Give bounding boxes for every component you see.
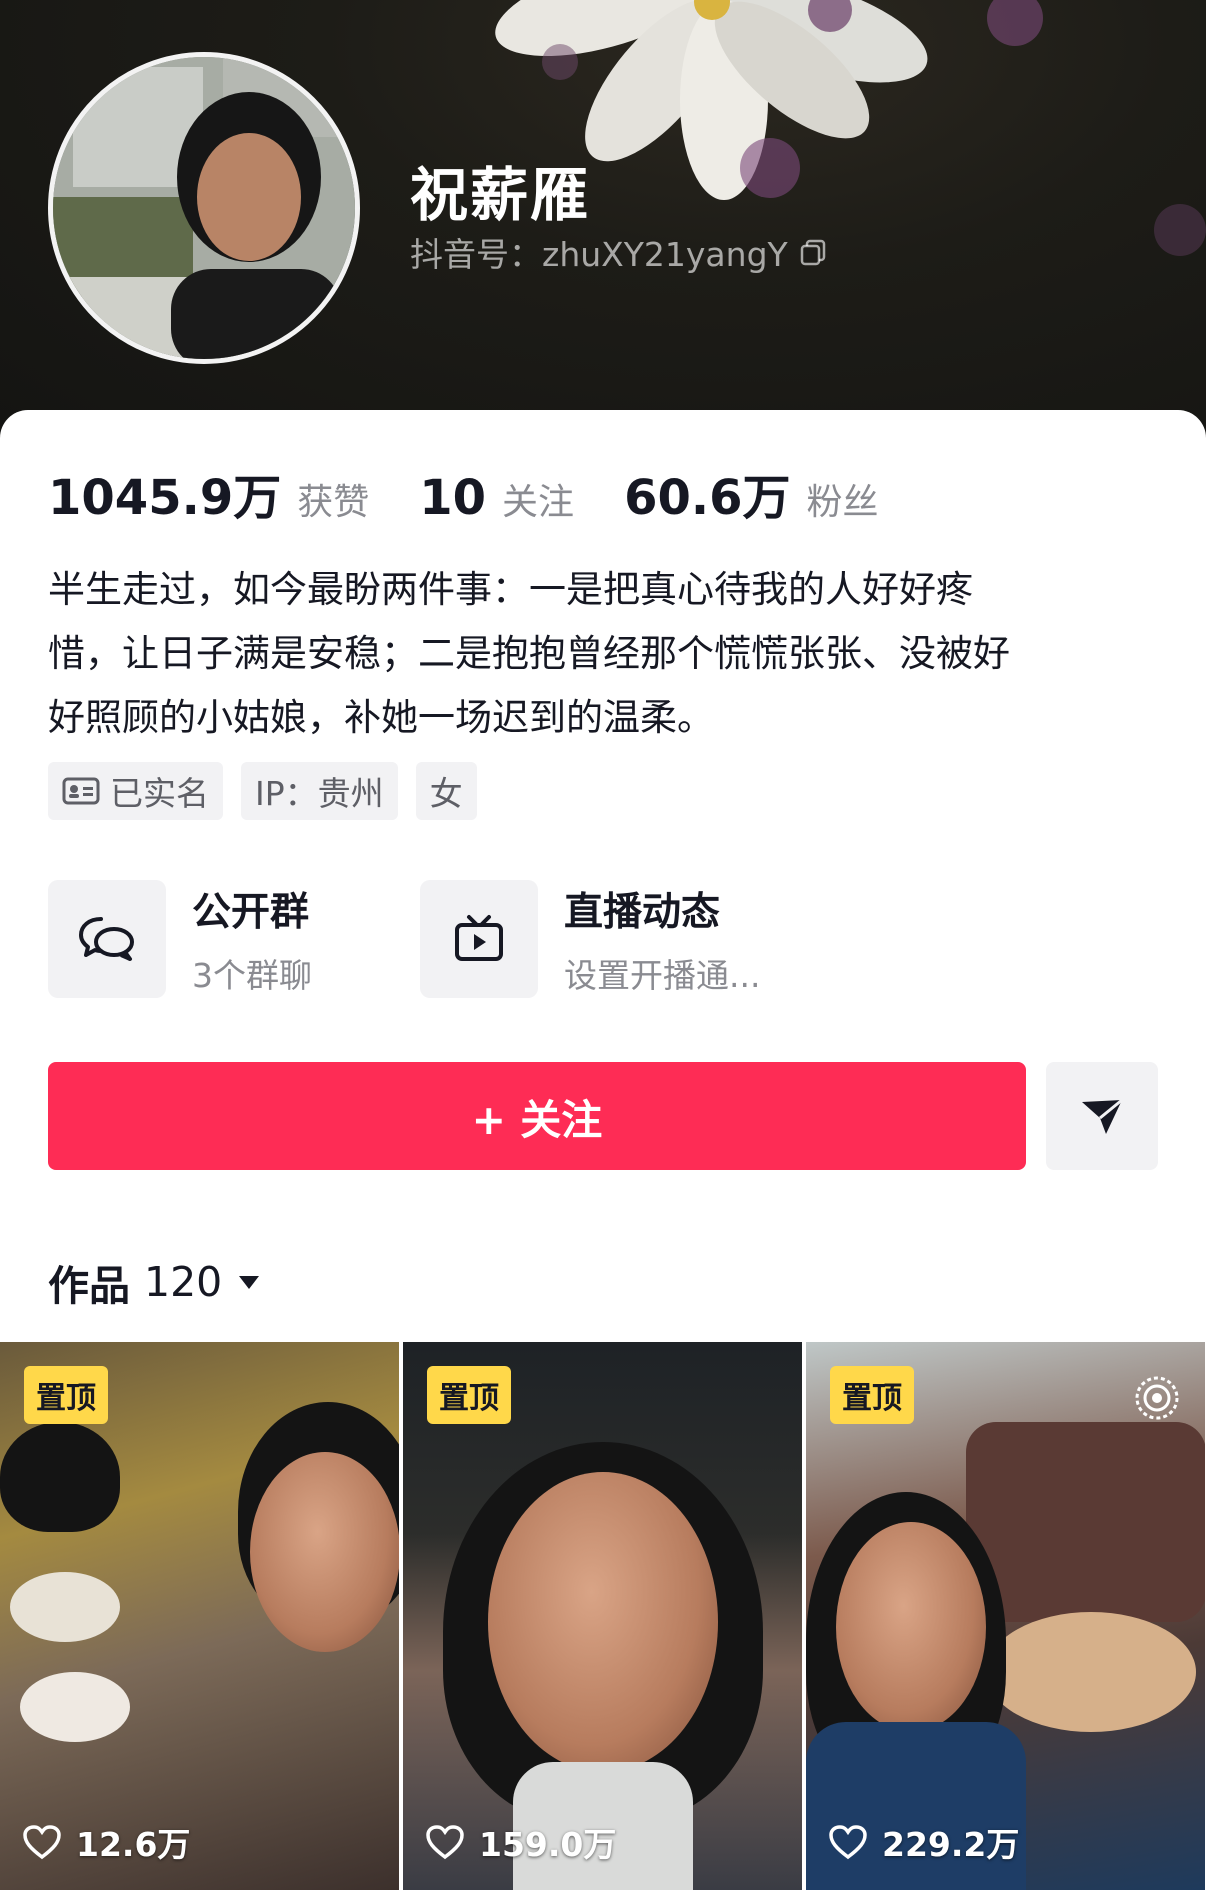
stat-label: 获赞 (297, 482, 370, 523)
tag-ip-label: IP：贵州 (255, 774, 384, 813)
video-likes: 12.6万 (22, 1818, 190, 1866)
send-icon (1082, 1098, 1123, 1134)
thumbnail-face (836, 1522, 986, 1732)
thumbnail-figure (0, 1422, 120, 1532)
thumbnail-bowl (10, 1572, 120, 1642)
tag-gender-label: 女 (429, 774, 463, 813)
heart-icon (23, 1825, 61, 1860)
video-likes: 229.2万 (828, 1818, 1019, 1866)
video-likes-count: 229.2万 (882, 1825, 1020, 1864)
feature-icon-box (48, 880, 166, 998)
copy-icon[interactable] (798, 237, 828, 267)
stats-row: 1045.9万 获赞 10 关注 60.6万 粉丝 (48, 458, 929, 528)
pinned-badge: 置顶 (830, 1366, 914, 1424)
feature-live-updates[interactable]: 直播动态 设置开播通... (420, 880, 792, 998)
action-row: + 关注 (48, 1062, 1158, 1170)
feature-row: 公开群 3个群聊 直播动态 设置开播通... (48, 880, 792, 998)
id-card-icon (62, 777, 100, 805)
profile-tags: 已实名 IP：贵州 女 (48, 762, 477, 820)
video-grid: 置顶 12.6万 置顶 159.0万 置顶 229.2万 (0, 1342, 1206, 1890)
stat-value: 1045.9万 (48, 470, 282, 526)
pinned-badge: 置顶 (24, 1366, 108, 1424)
stat-label: 粉丝 (806, 482, 879, 523)
heart-icon (829, 1825, 867, 1860)
thumbnail-bowl (20, 1672, 130, 1742)
pinned-badge: 置顶 (427, 1366, 511, 1424)
video-thumbnail[interactable]: 置顶 229.2万 (806, 1342, 1205, 1890)
feature-subtitle: 设置开播通... (564, 956, 761, 995)
douyin-id-text: 抖音号：zhuXY21yangY (410, 235, 788, 274)
works-tab[interactable]: 作品 120 (48, 1252, 262, 1312)
bio-line: 惜，让日子满是安稳；二是抱抱曾经那个慌慌张张、没被好 (48, 632, 1010, 675)
profile-name: 祝薪雁 (410, 161, 591, 229)
feature-public-group[interactable]: 公开群 3个群聊 (48, 880, 420, 998)
feature-icon-box (420, 880, 538, 998)
chat-bubble-icon (79, 917, 134, 961)
share-button[interactable] (1046, 1062, 1158, 1170)
stat-value: 10 (419, 470, 487, 526)
thumbnail-face (488, 1472, 718, 1772)
works-count: 120 (144, 1258, 223, 1306)
heart-icon (426, 1825, 464, 1860)
douyin-id[interactable]: 抖音号：zhuXY21yangY (410, 228, 828, 276)
follow-button[interactable]: + 关注 (48, 1062, 1026, 1170)
caret-down-icon[interactable] (236, 1272, 262, 1292)
video-likes-count: 159.0万 (479, 1825, 617, 1864)
stat-likes[interactable]: 1045.9万 获赞 (48, 458, 369, 528)
feature-title: 公开群 (192, 890, 310, 935)
tag-ip: IP：贵州 (241, 762, 398, 820)
video-thumbnail[interactable]: 置顶 12.6万 (0, 1342, 399, 1890)
live-icon (1135, 1376, 1179, 1420)
stat-followers[interactable]: 60.6万 粉丝 (624, 458, 878, 528)
thumbnail-face (250, 1452, 399, 1652)
tag-verified[interactable]: 已实名 (48, 762, 223, 820)
video-likes: 159.0万 (425, 1818, 616, 1866)
video-likes-count: 12.6万 (76, 1825, 191, 1864)
bio-line: 好照顾的小姑娘，补她一场迟到的温柔。 (48, 696, 714, 739)
tv-icon (455, 915, 503, 961)
thumbnail-table (986, 1612, 1196, 1732)
avatar[interactable] (48, 52, 360, 364)
bio-text: 半生走过，如今最盼两件事：一是把真心待我的人好好疼 惜，让日子满是安稳；二是抱抱… (48, 558, 1148, 750)
feature-title: 直播动态 (564, 890, 721, 935)
avatar-photo (53, 57, 355, 359)
video-thumbnail[interactable]: 置顶 159.0万 (403, 1342, 802, 1890)
stat-value: 60.6万 (624, 470, 791, 526)
tag-verified-label: 已实名 (110, 774, 209, 813)
tag-gender: 女 (415, 762, 477, 820)
bio-line: 半生走过，如今最盼两件事：一是把真心待我的人好好疼 (48, 568, 973, 611)
stat-following[interactable]: 10 关注 (419, 470, 574, 526)
thumbnail-crowd (966, 1422, 1205, 1622)
works-label: 作品 (48, 1262, 130, 1310)
feature-subtitle: 3个群聊 (192, 956, 312, 995)
profile-header: 祝薪雁 抖音号：zhuXY21yangY (0, 0, 1206, 440)
stat-label: 关注 (502, 482, 575, 523)
